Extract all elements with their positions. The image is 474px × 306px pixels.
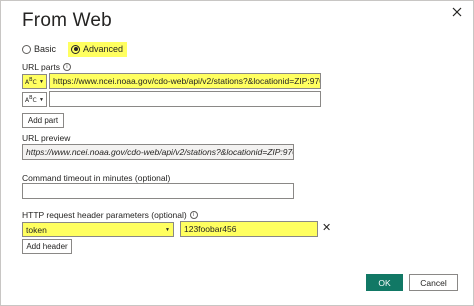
timeout-label-text: Command timeout in minutes (optional)	[22, 173, 171, 183]
text-type-icon: ABC	[25, 77, 37, 86]
timeout-input[interactable]	[22, 183, 294, 199]
dialog-title: From Web	[22, 10, 112, 31]
url-parts-label: URL parts i	[22, 62, 71, 72]
advanced-label: Advanced	[83, 44, 124, 54]
basic-label: Basic	[34, 44, 57, 54]
remove-header-icon[interactable]: ✕	[322, 222, 332, 234]
header-name-dropdown[interactable]: token ▼	[22, 222, 174, 237]
url-part-1-type-selector[interactable]: ABC ▼	[22, 74, 47, 89]
info-icon[interactable]: i	[62, 63, 71, 71]
add-header-button[interactable]: Add header	[22, 239, 72, 254]
basic-radio[interactable]	[22, 44, 31, 54]
from-web-dialog: From Web Basic Advanced URL parts i ABC …	[0, 0, 474, 306]
header-name-value: token	[26, 224, 47, 235]
ok-button[interactable]: OK	[366, 274, 403, 291]
advanced-option[interactable]: Advanced	[68, 41, 128, 57]
text-type-icon: ABC	[25, 95, 37, 104]
url-parts-label-text: URL parts	[22, 62, 60, 72]
timeout-label: Command timeout in minutes (optional)	[22, 173, 170, 183]
advanced-radio[interactable]	[71, 44, 81, 54]
chevron-down-icon: ▼	[165, 226, 170, 233]
url-part-1-input[interactable]: https://www.ncei.noaa.gov/cdo-web/api/v2…	[49, 73, 321, 89]
url-preview-label: URL preview	[22, 133, 70, 143]
chevron-down-icon: ▼	[39, 78, 44, 85]
mode-radio-group: Basic Advanced	[22, 41, 128, 57]
basic-option[interactable]: Basic	[22, 44, 56, 54]
info-icon[interactable]: i	[189, 211, 198, 219]
url-part-2-type-selector[interactable]: ABC ▼	[22, 92, 47, 107]
url-preview-label-text: URL preview	[22, 133, 71, 143]
cancel-button[interactable]: Cancel	[409, 274, 458, 291]
url-part-2-input[interactable]	[49, 91, 321, 107]
chevron-down-icon: ▼	[39, 96, 44, 103]
close-icon[interactable]	[449, 5, 465, 19]
headers-label-text: HTTP request header parameters (optional…	[22, 210, 187, 220]
add-part-button[interactable]: Add part	[22, 113, 64, 128]
url-preview-field: https://www.ncei.noaa.gov/cdo-web/api/v2…	[22, 144, 294, 160]
headers-label: HTTP request header parameters (optional…	[22, 210, 198, 220]
header-value-input[interactable]: 123foobar456	[180, 221, 318, 237]
